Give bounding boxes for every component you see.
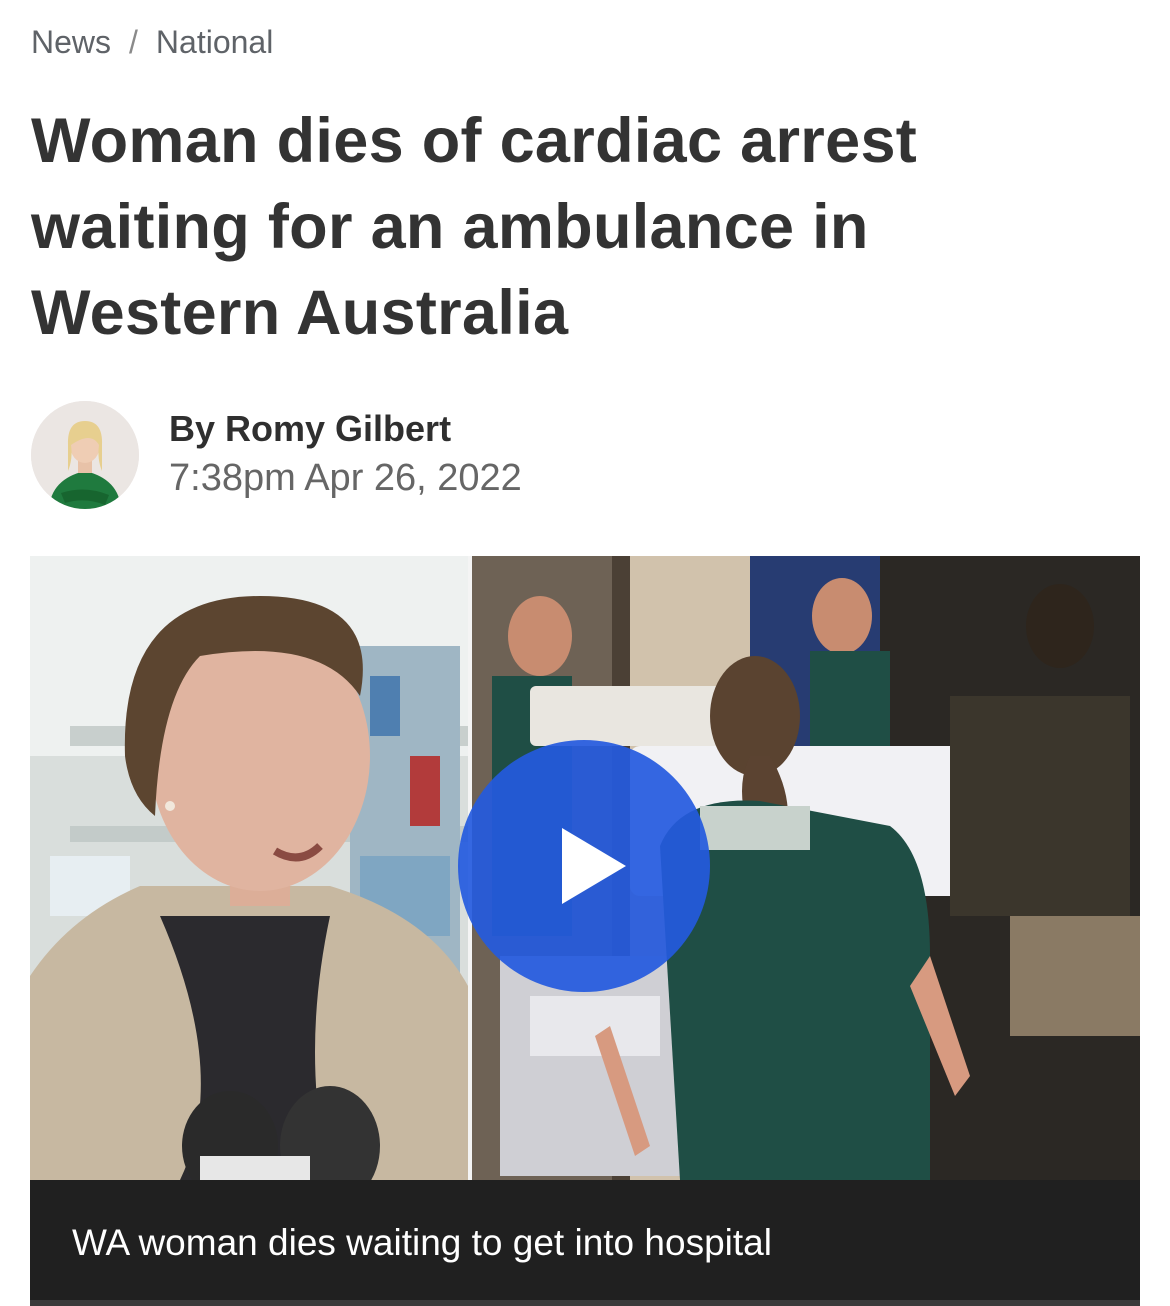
author-avatar[interactable] (31, 401, 139, 509)
video-progress-track[interactable] (30, 1300, 1140, 1306)
breadcrumb-news-link[interactable]: News (31, 24, 111, 61)
breadcrumb-national-link[interactable]: National (156, 24, 273, 61)
play-button[interactable] (458, 740, 710, 992)
video-caption-bar: WA woman dies waiting to get into hospit… (30, 1180, 1140, 1306)
article-headline: Woman dies of cardiac arrest waiting for… (31, 106, 918, 348)
author-meta: By Romy Gilbert 7:38pm Apr 26, 2022 (169, 406, 522, 504)
play-icon (562, 828, 626, 904)
byline: By Romy Gilbert 7:38pm Apr 26, 2022 (31, 400, 522, 510)
publish-timestamp: 7:38pm Apr 26, 2022 (169, 457, 522, 499)
author-photo (31, 401, 139, 509)
video-player[interactable]: WA woman dies waiting to get into hospit… (30, 556, 1140, 1306)
breadcrumb-separator: / (129, 23, 138, 60)
author-name[interactable]: By Romy Gilbert (169, 406, 522, 452)
breadcrumb: News / National (31, 20, 273, 64)
video-caption: WA woman dies waiting to get into hospit… (72, 1222, 772, 1263)
